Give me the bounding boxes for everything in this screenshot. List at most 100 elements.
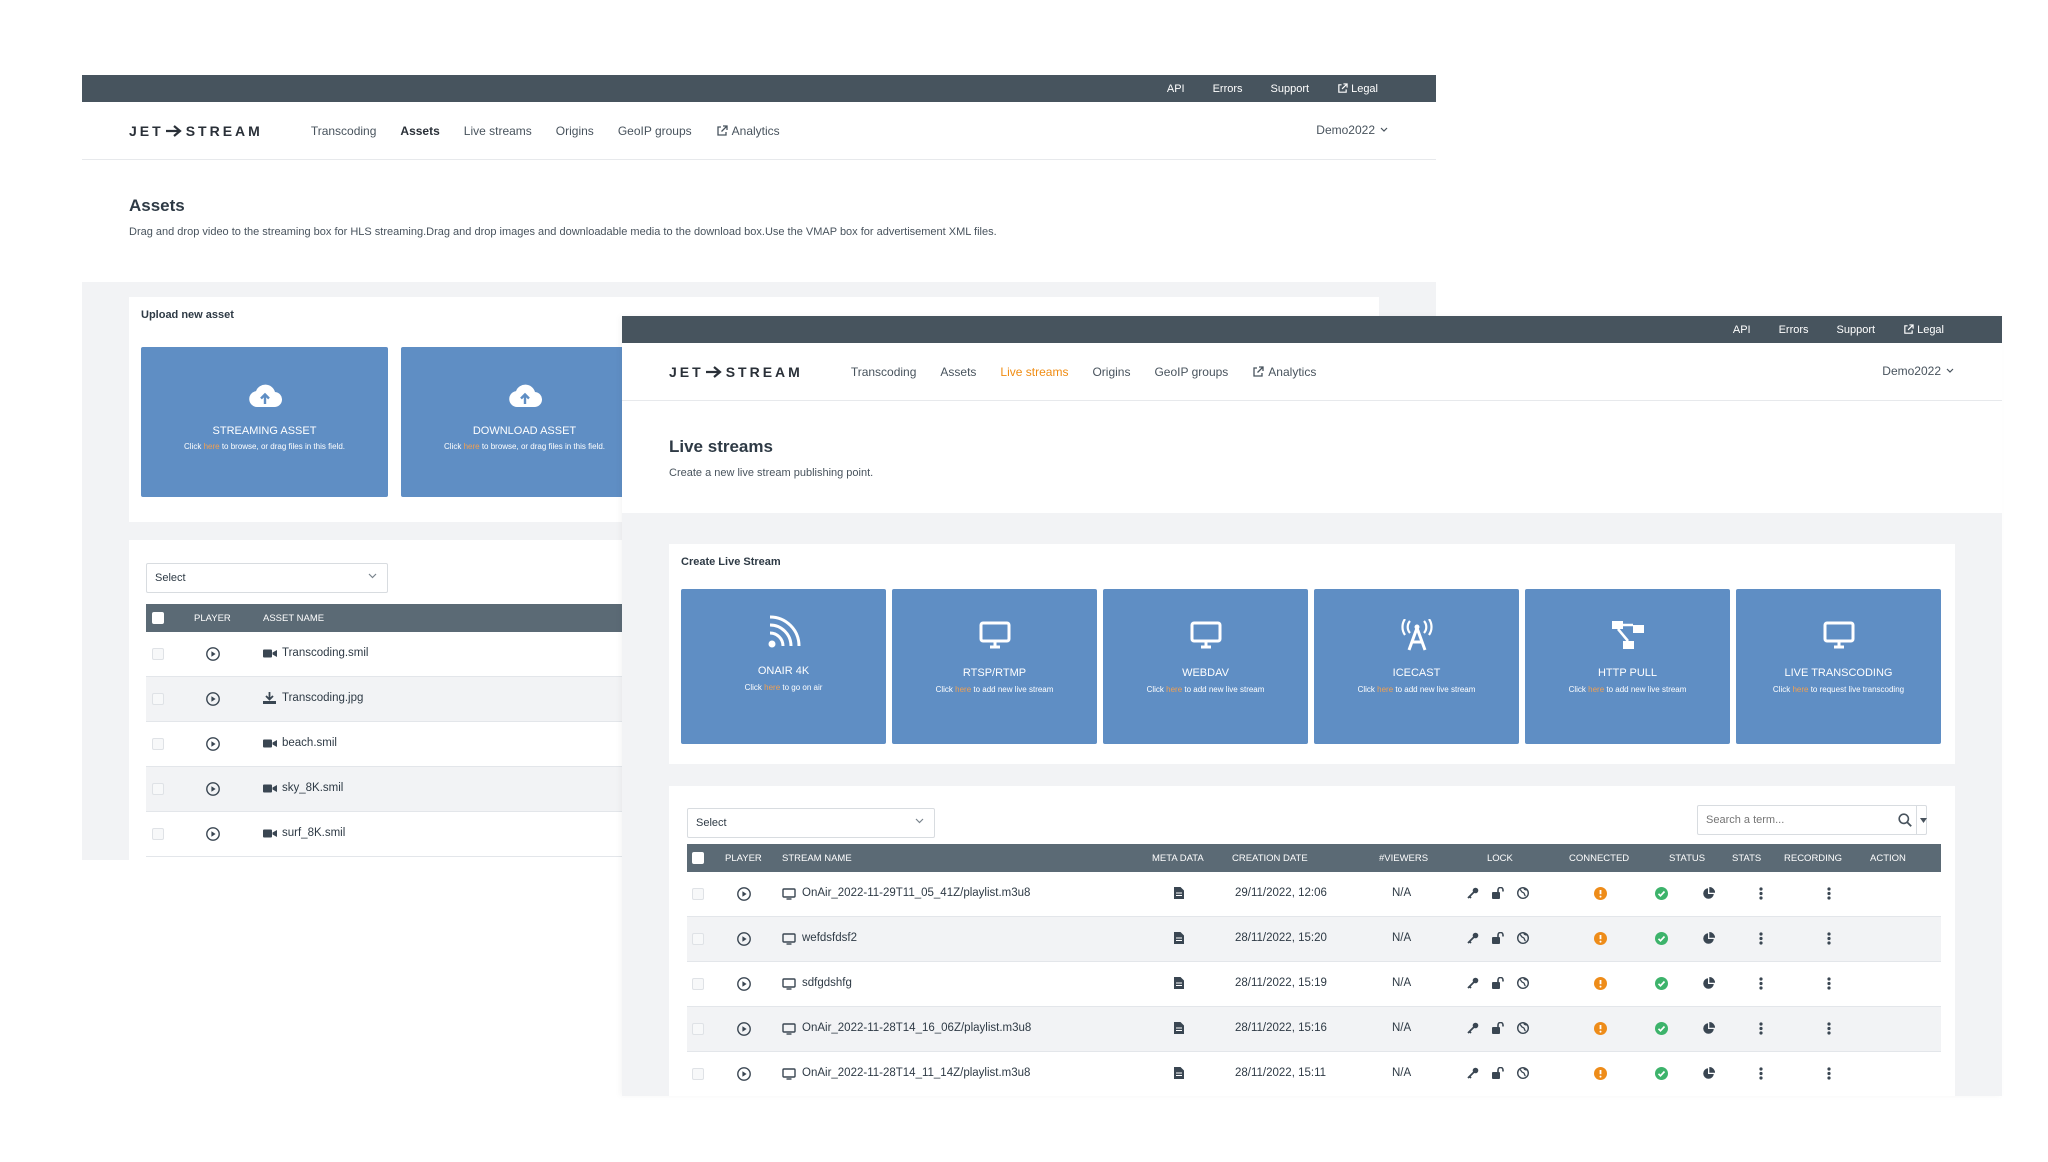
rtsp-rtmp-tile[interactable]: RTSP/RTMP Click here to add new live str… <box>892 589 1097 744</box>
table-row[interactable]: OnAir_2022-11-29T11_05_41Z/playlist.m3u8… <box>687 872 1941 917</box>
kebab-menu-icon[interactable] <box>1759 887 1763 900</box>
row-checkbox[interactable] <box>152 828 164 840</box>
stream-name[interactable]: wefdsfdsf2 <box>802 932 857 944</box>
select-all-checkbox[interactable] <box>152 612 164 624</box>
file-icon[interactable] <box>1174 887 1184 899</box>
pie-chart-icon[interactable] <box>1702 932 1715 945</box>
stream-name[interactable]: OnAir_2022-11-28T14_16_06Z/playlist.m3u8 <box>802 1022 1031 1034</box>
row-checkbox[interactable] <box>152 693 164 705</box>
jetstream-logo[interactable]: JET STREAM <box>669 364 803 380</box>
errors-link[interactable]: Errors <box>1213 83 1243 95</box>
pie-chart-icon[interactable] <box>1702 977 1715 990</box>
kebab-menu-icon[interactable] <box>1827 887 1831 900</box>
streaming-asset-tile[interactable]: STREAMING ASSET Click here to browse, or… <box>141 347 388 497</box>
asset-name[interactable]: surf_8K.smil <box>282 827 345 839</box>
support-link[interactable]: Support <box>1271 83 1310 95</box>
here-link[interactable]: here <box>204 442 220 451</box>
search-input[interactable] <box>1698 806 1868 834</box>
key-icon[interactable] <box>1467 887 1479 899</box>
nav-transcoding[interactable]: Transcoding <box>851 365 917 379</box>
play-icon[interactable] <box>206 737 220 751</box>
play-icon[interactable] <box>737 1067 751 1081</box>
unlock-icon[interactable] <box>1492 887 1504 899</box>
live-transcoding-tile[interactable]: LIVE TRANSCODING Click here to request l… <box>1736 589 1941 744</box>
nav-geoip-groups[interactable]: GeoIP groups <box>618 124 692 138</box>
asset-name[interactable]: beach.smil <box>282 737 337 749</box>
pie-chart-icon[interactable] <box>1702 887 1715 900</box>
asset-name[interactable]: Transcoding.jpg <box>282 692 363 704</box>
errors-link[interactable]: Errors <box>1779 324 1809 336</box>
play-icon[interactable] <box>737 1022 751 1036</box>
here-link[interactable]: here <box>1792 685 1808 694</box>
user-menu[interactable]: Demo2022 <box>1882 364 1954 378</box>
file-icon[interactable] <box>1174 977 1184 989</box>
row-checkbox[interactable] <box>152 648 164 660</box>
dropdown-caret-icon[interactable] <box>1920 818 1927 823</box>
nav-assets[interactable]: Assets <box>400 124 439 138</box>
kebab-menu-icon[interactable] <box>1827 932 1831 945</box>
onair-4k-tile[interactable]: ONAIR 4K Click here to go on air <box>681 589 886 744</box>
play-icon[interactable] <box>206 782 220 796</box>
stream-name[interactable]: OnAir_2022-11-28T14_11_14Z/playlist.m3u8 <box>802 1067 1030 1079</box>
kebab-menu-icon[interactable] <box>1827 1067 1831 1080</box>
unlock-icon[interactable] <box>1492 1067 1504 1079</box>
legal-link[interactable]: Legal <box>1337 83 1378 95</box>
webdav-tile[interactable]: WEBDAV Click here to add new live stream <box>1103 589 1308 744</box>
here-link[interactable]: here <box>464 442 480 451</box>
play-icon[interactable] <box>206 647 220 661</box>
table-row[interactable]: OnAir_2022-11-28T14_16_06Z/playlist.m3u8… <box>687 1007 1941 1052</box>
pie-chart-icon[interactable] <box>1702 1022 1715 1035</box>
globe-icon[interactable] <box>1517 932 1529 944</box>
jetstream-logo[interactable]: JET STREAM <box>129 123 263 139</box>
api-link[interactable]: API <box>1167 83 1185 95</box>
globe-icon[interactable] <box>1517 1067 1529 1079</box>
download-asset-tile[interactable]: DOWNLOAD ASSET Click here to browse, or … <box>401 347 648 497</box>
nav-analytics[interactable]: Analytics <box>716 124 780 138</box>
play-icon[interactable] <box>737 977 751 991</box>
icecast-tile[interactable]: ICECAST Click here to add new live strea… <box>1314 589 1519 744</box>
here-link[interactable]: here <box>955 685 971 694</box>
row-checkbox[interactable] <box>152 738 164 750</box>
file-icon[interactable] <box>1174 1022 1184 1034</box>
kebab-menu-icon[interactable] <box>1827 1022 1831 1035</box>
row-checkbox[interactable] <box>692 933 704 945</box>
user-menu[interactable]: Demo2022 <box>1316 123 1388 137</box>
asset-name[interactable]: Transcoding.smil <box>282 647 369 659</box>
play-icon[interactable] <box>206 692 220 706</box>
legal-link[interactable]: Legal <box>1903 324 1944 336</box>
table-row[interactable]: sdfgdshfg 28/11/2022, 15:19 N/A <box>687 962 1941 1007</box>
row-checkbox[interactable] <box>692 1023 704 1035</box>
unlock-icon[interactable] <box>1492 932 1504 944</box>
stream-name[interactable]: OnAir_2022-11-29T11_05_41Z/playlist.m3u8 <box>802 887 1030 899</box>
here-link[interactable]: here <box>1377 685 1393 694</box>
key-icon[interactable] <box>1467 977 1479 989</box>
key-icon[interactable] <box>1467 1022 1479 1034</box>
row-checkbox[interactable] <box>692 1068 704 1080</box>
select-all-checkbox[interactable] <box>692 852 704 864</box>
bulk-action-select[interactable]: Select <box>146 563 388 593</box>
globe-icon[interactable] <box>1517 887 1529 899</box>
table-row[interactable]: OnAir_2022-11-28T14_11_14Z/playlist.m3u8… <box>687 1052 1941 1096</box>
key-icon[interactable] <box>1467 1067 1479 1079</box>
key-icon[interactable] <box>1467 932 1479 944</box>
table-row[interactable]: wefdsfdsf2 28/11/2022, 15:20 N/A <box>687 917 1941 962</box>
here-link[interactable]: here <box>1588 685 1604 694</box>
pie-chart-icon[interactable] <box>1702 1067 1715 1080</box>
here-link[interactable]: here <box>1166 685 1182 694</box>
unlock-icon[interactable] <box>1492 1022 1504 1034</box>
kebab-menu-icon[interactable] <box>1759 932 1763 945</box>
kebab-menu-icon[interactable] <box>1759 1022 1763 1035</box>
stream-name[interactable]: sdfgdshfg <box>802 977 852 989</box>
api-link[interactable]: API <box>1733 324 1751 336</box>
row-checkbox[interactable] <box>692 978 704 990</box>
kebab-menu-icon[interactable] <box>1827 977 1831 990</box>
globe-icon[interactable] <box>1517 977 1529 989</box>
unlock-icon[interactable] <box>1492 977 1504 989</box>
http-pull-tile[interactable]: HTTP PULL Click here to add new live str… <box>1525 589 1730 744</box>
row-checkbox[interactable] <box>692 888 704 900</box>
asset-name[interactable]: sky_8K.smil <box>282 782 343 794</box>
play-icon[interactable] <box>737 932 751 946</box>
nav-live-streams[interactable]: Live streams <box>464 124 532 138</box>
nav-assets[interactable]: Assets <box>940 365 976 379</box>
nav-analytics[interactable]: Analytics <box>1252 365 1316 379</box>
